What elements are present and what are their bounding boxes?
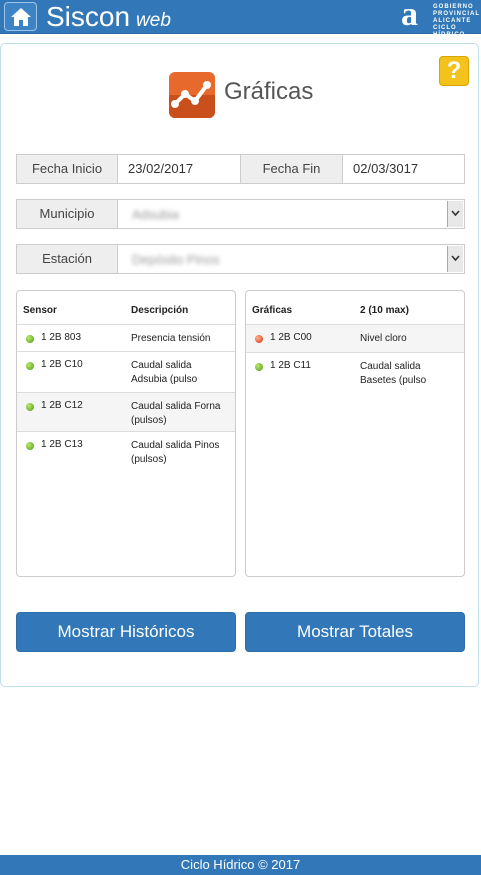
estacion-dropdown-arrow[interactable] <box>447 246 463 272</box>
chart-sensor-description: Caudal salida Basetes (pulso <box>360 361 427 386</box>
sensor-code: 1 2B C13 <box>41 439 83 450</box>
status-green-icon <box>26 362 34 370</box>
fecha-inicio-label: Fecha Inicio <box>16 154 118 184</box>
brand-subtitle: web <box>136 10 171 31</box>
column-header-max: 2 (10 max) <box>360 305 409 316</box>
sensor-code: 1 2B C12 <box>41 400 83 411</box>
column-header-descripcion: Descripción <box>131 305 189 316</box>
table-row[interactable]: 1 2B C10 Caudal salida Adsubia (pulso <box>17 352 235 393</box>
brand-name: Siscon <box>46 1 131 32</box>
mostrar-totales-button[interactable]: Mostrar Totales <box>245 612 465 652</box>
app-header: Siscon web a GOBIERNO PROVINCIAL ALICANTE… <box>0 0 481 38</box>
chart-sensor-code: 1 2B C00 <box>270 332 312 343</box>
charts-icon <box>169 72 215 118</box>
gobierno-provincial-logo: a GOBIERNO PROVINCIAL ALICANTE CICLO HÍD… <box>401 0 479 38</box>
logo-text: GOBIERNO PROVINCIAL ALICANTE CICLO HÍDRI… <box>433 4 481 38</box>
chevron-down-icon <box>451 210 460 217</box>
sensor-description: Caudal salida Adsubia (pulso <box>131 360 198 385</box>
status-green-icon <box>255 363 263 371</box>
chevron-down-icon <box>451 255 460 262</box>
status-red-icon <box>255 335 263 343</box>
table-row[interactable]: 1 2B C12 Caudal salida Forna (pulsos) <box>17 393 235 432</box>
sensors-table-header: Sensor Descripción <box>17 291 235 325</box>
sensor-code: 1 2B C10 <box>41 359 83 370</box>
table-row[interactable]: 1 2B C11 Caudal salida Basetes (pulso <box>246 353 464 393</box>
municipio-selected-value: Adsubia <box>132 207 179 222</box>
charts-table: Gráficas 2 (10 max) 1 2B C00 Nivel cloro… <box>245 290 465 577</box>
logo-letter: a <box>401 0 418 33</box>
sensor-description: Presencia tensión <box>131 333 211 344</box>
estacion-select[interactable]: Depósito Pinos <box>117 244 465 274</box>
status-green-icon <box>26 335 34 343</box>
chart-sensor-description: Nivel cloro <box>360 333 407 344</box>
home-button[interactable] <box>4 2 37 31</box>
column-header-sensor: Sensor <box>23 305 57 316</box>
mostrar-historicos-button[interactable]: Mostrar Históricos <box>16 612 236 652</box>
municipio-dropdown-arrow[interactable] <box>447 201 463 227</box>
sensor-description: Caudal salida Pinos (pulsos) <box>131 440 220 465</box>
municipio-label: Municipio <box>16 199 118 229</box>
brand-title: Siscon web <box>46 0 171 33</box>
help-button[interactable]: ? <box>439 56 469 86</box>
fecha-fin-label: Fecha Fin <box>240 154 343 184</box>
status-green-icon <box>26 403 34 411</box>
sensors-table: Sensor Descripción 1 2B 803 Presencia te… <box>16 290 236 577</box>
status-green-icon <box>26 442 34 450</box>
home-icon <box>11 8 31 26</box>
fecha-inicio-input[interactable]: 23/02/2017 <box>117 154 241 184</box>
table-row[interactable]: 1 2B C13 Caudal salida Pinos (pulsos) <box>17 432 235 470</box>
estacion-selected-value: Depósito Pinos <box>132 252 220 267</box>
municipio-select[interactable]: Adsubia <box>117 199 465 229</box>
column-header-graficas: Gráficas <box>252 305 293 316</box>
table-row[interactable]: 1 2B 803 Presencia tensión <box>17 325 235 352</box>
footer: Ciclo Hídrico © 2017 <box>0 855 481 875</box>
sensor-description: Caudal salida Forna (pulsos) <box>131 401 221 426</box>
estacion-label: Estación <box>16 244 118 274</box>
table-row[interactable]: 1 2B C00 Nivel cloro <box>246 325 464 353</box>
page-title: Gráficas <box>224 78 314 105</box>
chart-sensor-code: 1 2B C11 <box>270 360 311 371</box>
sensor-code: 1 2B 803 <box>41 332 82 343</box>
charts-table-header: Gráficas 2 (10 max) <box>246 291 464 325</box>
fecha-fin-input[interactable]: 02/03/3017 <box>342 154 465 184</box>
